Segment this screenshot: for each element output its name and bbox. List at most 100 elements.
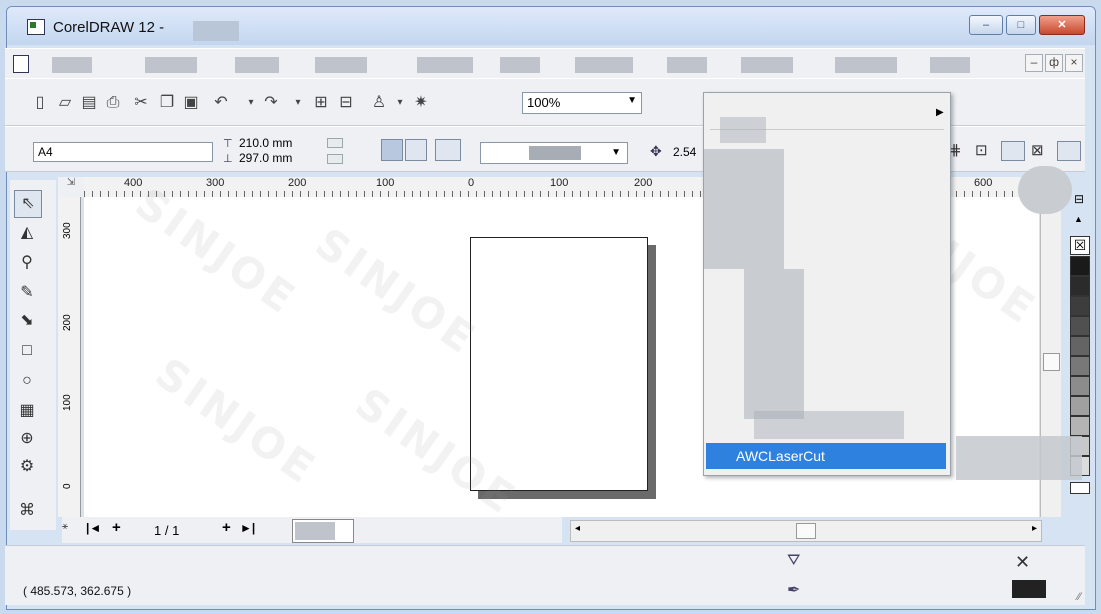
freehand-tool-icon[interactable]: ✎ <box>14 280 40 306</box>
menu-item-arrange[interactable] <box>417 57 473 73</box>
redo-dropdown-icon[interactable]: ▾ <box>288 93 308 113</box>
cut-icon[interactable]: ✂ <box>131 93 151 113</box>
page-height-field[interactable]: 297.0 mm <box>239 151 292 165</box>
basic-shapes-tool-icon[interactable]: ⊕ <box>14 426 40 452</box>
no-outline-icon: ✕ <box>1015 552 1031 572</box>
chevron-down-icon[interactable]: ▼ <box>611 147 621 158</box>
add-page-after-button[interactable]: + <box>222 519 231 536</box>
interactive-tool-icon[interactable]: ⌘ <box>14 498 40 524</box>
new-icon[interactable]: ▯ <box>30 93 50 113</box>
fill-bucket-icon[interactable]: ⛛ <box>787 552 800 570</box>
mdi-restore-button[interactable]: ф <box>1045 54 1063 72</box>
copy-icon[interactable]: ❐ <box>157 93 177 113</box>
text-tool-icon[interactable]: ⚙ <box>14 454 40 480</box>
page-navigator: ⚹ |◄ + 1 / 1 + ►| <box>62 517 562 543</box>
menu-item-tools[interactable] <box>741 57 793 73</box>
palette-swatch[interactable] <box>1070 316 1090 336</box>
page-layout-icon[interactable] <box>435 139 461 161</box>
snap-grid-icon[interactable]: ⊡ <box>975 141 988 159</box>
resize-grip-icon[interactable]: ⁄⁄ <box>1077 591 1081 603</box>
palette-swatch[interactable] <box>1070 276 1090 296</box>
white-swatch[interactable] <box>1070 482 1090 494</box>
polygon-tool-icon[interactable]: ▦ <box>14 398 40 424</box>
document-page[interactable] <box>470 237 648 491</box>
menu-item-edit[interactable] <box>145 57 197 73</box>
palette-scroll-up-icon[interactable]: ▲ <box>1074 214 1083 224</box>
menu-item-text[interactable] <box>667 57 707 73</box>
menu-item-view[interactable] <box>235 57 279 73</box>
snap-objects-icon[interactable]: ⊠ <box>1031 141 1044 159</box>
save-icon[interactable]: ▤ <box>79 93 99 113</box>
minimize-button[interactable]: – <box>969 15 1003 35</box>
coreldraw-app-icon[interactable] <box>27 19 45 35</box>
last-page-button[interactable]: ►| <box>240 521 255 535</box>
mdi-close-button[interactable]: × <box>1065 54 1083 72</box>
redo-icon[interactable]: ↷ <box>261 93 281 113</box>
horizontal-scrollbar[interactable]: ◂ ▸ <box>570 520 1042 542</box>
window-title: CorelDRAW 12 - <box>53 19 165 36</box>
mdi-minimize-button[interactable]: – <box>1025 54 1043 72</box>
menu-item-bitmaps[interactable] <box>575 57 633 73</box>
units-combo[interactable]: ▼ <box>480 142 628 164</box>
horizontal-scroll-thumb[interactable] <box>796 523 816 539</box>
menu-item-file[interactable] <box>52 57 92 73</box>
height-spinner[interactable] <box>327 154 343 164</box>
palette-menu-icon[interactable]: ⊟ <box>1074 192 1084 206</box>
vertical-scroll-thumb[interactable] <box>1043 353 1060 371</box>
application-launcher-icon[interactable]: ♙ <box>369 93 389 113</box>
smart-fill-tool-icon[interactable]: ⬊ <box>14 308 40 334</box>
menu-item-help[interactable] <box>930 57 970 73</box>
first-page-button[interactable]: |◄ <box>86 521 101 535</box>
zoom-tool-icon[interactable]: ⚲ <box>14 250 40 276</box>
nudge-distance-field[interactable]: 2.54 <box>673 145 696 159</box>
vertical-ruler[interactable]: 300 200 100 0 <box>58 197 81 517</box>
palette-swatch[interactable] <box>1070 296 1090 316</box>
export-icon[interactable]: ⊟ <box>336 93 356 113</box>
scroll-right-icon[interactable]: ▸ <box>1032 523 1037 534</box>
menu-item-layout[interactable] <box>315 57 367 73</box>
undo-icon[interactable]: ↶ <box>211 93 231 113</box>
ellipse-tool-icon[interactable]: ○ <box>14 368 40 394</box>
ruler-label: 100 <box>376 177 395 189</box>
scroll-left-icon[interactable]: ◂ <box>575 523 580 534</box>
snap-guidelines-icon[interactable] <box>1001 141 1025 161</box>
open-icon[interactable]: ▱ <box>55 93 75 113</box>
menu-item-awclasercut[interactable]: AWCLaserCut <box>706 443 946 469</box>
document-icon[interactable] <box>13 55 29 73</box>
add-page-before-button[interactable]: + <box>112 519 121 536</box>
landscape-toggle[interactable] <box>405 139 427 161</box>
fill-color-swatch[interactable] <box>1012 580 1046 598</box>
palette-swatch[interactable] <box>1070 336 1090 356</box>
page-tab[interactable] <box>292 519 354 543</box>
outline-pen-icon[interactable]: ✒ <box>787 580 800 600</box>
shape-tool-icon[interactable]: ◭ <box>14 220 40 246</box>
chevron-down-icon[interactable]: ▼ <box>627 95 637 106</box>
launcher-dropdown-icon[interactable]: ▾ <box>390 93 410 113</box>
zoom-level-combo[interactable]: 100% ▼ <box>522 92 642 114</box>
import-icon[interactable]: ⊞ <box>311 93 331 113</box>
dynamic-guides-icon[interactable] <box>1057 141 1081 161</box>
title-bar[interactable]: CorelDRAW 12 - – □ ✕ <box>7 7 1095 45</box>
menu-item-effects[interactable] <box>500 57 540 73</box>
submenu-arrow-icon[interactable]: ▶ <box>936 107 944 118</box>
welcome-icon[interactable]: ✷ <box>411 93 431 113</box>
rectangle-tool-icon[interactable]: □ <box>14 338 40 364</box>
palette-swatch[interactable] <box>1070 376 1090 396</box>
width-spinner[interactable] <box>327 138 343 148</box>
palette-swatch[interactable] <box>1070 256 1090 276</box>
palette-swatch[interactable] <box>1070 396 1090 416</box>
no-color-swatch[interactable]: ☒ <box>1070 236 1090 255</box>
print-icon[interactable]: ⎙ <box>103 93 123 113</box>
undo-dropdown-icon[interactable]: ▾ <box>241 93 261 113</box>
portrait-toggle[interactable] <box>381 139 403 161</box>
close-button[interactable]: ✕ <box>1039 15 1085 35</box>
ruler-origin-icon[interactable]: ⇲ <box>58 177 84 197</box>
paper-size-combo[interactable]: A4 <box>33 142 213 162</box>
pick-tool-icon[interactable]: ⇖ <box>14 190 42 218</box>
maximize-button[interactable]: □ <box>1006 15 1036 35</box>
palette-swatch[interactable] <box>1070 416 1090 436</box>
menu-item-window[interactable] <box>835 57 897 73</box>
palette-swatch[interactable] <box>1070 356 1090 376</box>
paste-icon[interactable]: ▣ <box>181 93 201 113</box>
page-width-field[interactable]: 210.0 mm <box>239 136 292 150</box>
